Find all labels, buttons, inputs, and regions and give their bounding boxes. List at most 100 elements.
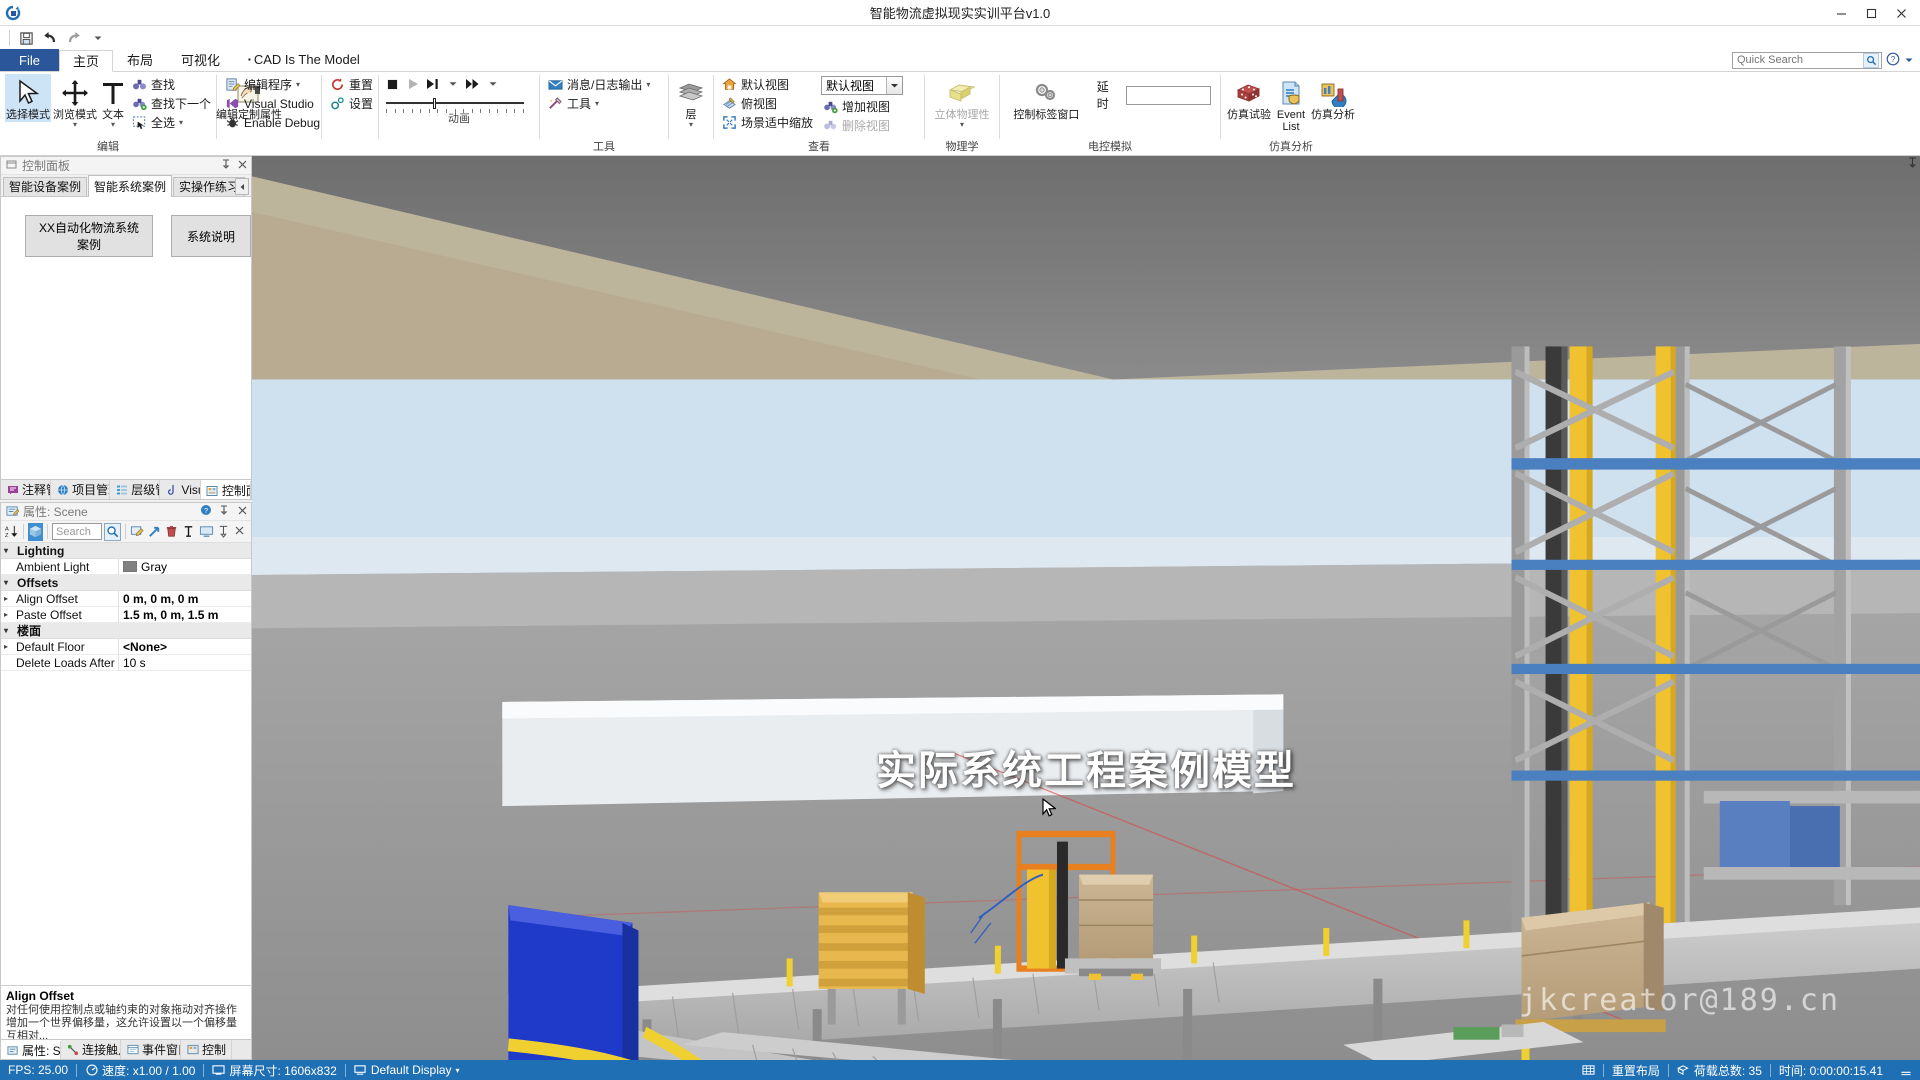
tab-visualization[interactable]: 可视化 (167, 49, 234, 71)
dock-tab-hierarchy[interactable]: 层级管 (110, 480, 161, 499)
chevron-right-icon[interactable]: ▸ (4, 594, 14, 603)
search-input[interactable] (1732, 51, 1882, 69)
screen-icon[interactable] (198, 523, 213, 541)
chevron-down-icon[interactable]: ▾ (595, 100, 599, 108)
status-reset-layout[interactable]: 重置布局 (1604, 1060, 1668, 1080)
edit-program-button[interactable]: 编辑程序 ▾ (222, 75, 324, 94)
close-icon[interactable] (236, 160, 249, 172)
property-value[interactable]: 0 m, 0 m, 0 m (119, 592, 251, 606)
delete-red-icon[interactable] (164, 523, 179, 541)
control-tag-window-button[interactable]: 控制标签窗口 (1005, 74, 1088, 122)
minimize-button[interactable] (1826, 1, 1856, 25)
chevron-down-icon[interactable]: ▾ (456, 1066, 460, 1075)
message-log-output-button[interactable]: 消息/日志输出 ▾ (545, 75, 654, 94)
chevron-down-icon[interactable]: ▾ (4, 546, 14, 555)
chevron-down-icon[interactable]: ▾ (4, 578, 14, 587)
sort-az-icon[interactable]: AZ (4, 523, 19, 541)
chevron-left-icon[interactable] (235, 178, 249, 195)
maximize-button[interactable] (1856, 1, 1886, 25)
view-select[interactable]: 默认视图 (821, 76, 904, 95)
select-all-button[interactable]: 全选 ▾ (129, 113, 215, 132)
dock-tab-control-panel[interactable]: 控制面 (200, 480, 251, 499)
status-screen-size[interactable]: 屏幕尺寸: 1606x832 (204, 1060, 344, 1080)
top-view-button[interactable]: 俯视图 (719, 94, 817, 113)
chevron-down-icon[interactable]: ▾ (296, 81, 300, 89)
chevron-right-icon[interactable]: ▸ (4, 642, 14, 651)
simulation-analysis-button[interactable]: 仿真分析 (1310, 74, 1356, 122)
ribbon-options-icon[interactable] (1904, 53, 1914, 68)
status-expand[interactable] (1891, 1060, 1920, 1080)
move-arrow-icon[interactable] (147, 523, 162, 541)
dock-tab-visu[interactable]: Visu (160, 480, 201, 499)
find-button[interactable]: 查找 (129, 75, 215, 94)
step-caret-icon[interactable] (444, 76, 461, 93)
tab-smart-system-cases[interactable]: 智能系统案例 (88, 175, 173, 197)
select-mode-button[interactable]: 选择模式 (5, 74, 51, 122)
play-button[interactable] (404, 76, 421, 93)
dock-tab-control[interactable]: 控制 (181, 1040, 233, 1059)
step-button[interactable] (424, 76, 441, 93)
solid-physics-button[interactable]: 立体物理性 ▾ (930, 74, 994, 129)
tab-file[interactable]: File (0, 49, 59, 71)
help-icon[interactable]: ? (1886, 52, 1900, 69)
dock-tab-project-manager[interactable]: 项目管理 (51, 480, 111, 499)
property-value[interactable]: <None> (119, 640, 251, 654)
cube-blue-icon[interactable] (28, 522, 44, 541)
close-icon[interactable] (235, 506, 249, 518)
property-group-offsets[interactable]: ▾ Offsets (1, 575, 251, 591)
table-row[interactable]: ▸ Paste Offset 1.5 m, 0 m, 1.5 m (1, 606, 251, 623)
property-value[interactable]: Gray (119, 560, 251, 574)
tools-button[interactable]: 工具 ▾ (545, 94, 654, 113)
edit-yellow-icon[interactable] (130, 523, 145, 541)
chevron-down-icon[interactable] (87, 28, 109, 48)
tab-smart-device-cases[interactable]: 智能设备案例 (3, 177, 88, 196)
chevron-down-icon[interactable]: ▾ (4, 626, 14, 635)
table-row[interactable]: Ambient Light Gray (1, 558, 251, 575)
chevron-down-icon[interactable]: ▾ (73, 121, 77, 129)
fast-forward-caret-icon[interactable] (484, 76, 501, 93)
pin-icon[interactable] (217, 505, 231, 518)
3d-viewport[interactable]: 实际系统工程案例模型 jkcreator@189.cn (252, 156, 1920, 1060)
property-value[interactable]: 1.5 m, 0 m, 1.5 m (119, 608, 251, 622)
zoom-fit-scene-button[interactable]: 场景适中缩放 (719, 113, 817, 132)
table-row[interactable]: ▸ Default Floor <None> (1, 638, 251, 655)
status-grid-toggle[interactable] (1574, 1060, 1603, 1080)
delay-input[interactable] (1126, 85, 1211, 105)
tab-home[interactable]: 主页 (58, 50, 113, 72)
property-group-floor[interactable]: ▾ 楼面 (1, 623, 251, 639)
search-field[interactable] (1737, 54, 1863, 66)
slider-thumb[interactable] (432, 98, 436, 109)
dock-tab-connections[interactable]: 连接触点 (61, 1040, 121, 1059)
undo-icon[interactable] (39, 28, 61, 48)
layers-button[interactable]: 层 ▾ (674, 74, 708, 129)
chevron-down-icon[interactable]: ▾ (646, 81, 650, 89)
browse-mode-button[interactable]: 浏览模式 ▾ (52, 74, 98, 129)
property-value[interactable]: 10 s (119, 656, 251, 670)
event-list-button[interactable]: Event List (1273, 74, 1309, 134)
enable-debug-button[interactable]: Enable Debug (222, 113, 324, 132)
table-row[interactable]: ▸ Align Offset 0 m, 0 m, 0 m (1, 590, 251, 607)
chevron-right-icon[interactable]: ▸ (4, 610, 14, 619)
chevron-down-icon[interactable]: ▾ (960, 121, 964, 129)
settings-button[interactable]: 设置 (327, 94, 377, 113)
text-button[interactable]: 文本 ▾ (99, 74, 127, 129)
properties-search-input[interactable]: Search (52, 523, 102, 540)
save-icon[interactable] (15, 28, 37, 48)
status-speed[interactable]: 速度: x1.00 / 1.00 (77, 1060, 203, 1080)
search-icon[interactable] (1863, 52, 1879, 68)
dock-tab-annotations[interactable]: 注释管 (1, 480, 52, 499)
tab-layout[interactable]: 布局 (113, 49, 167, 71)
table-row[interactable]: Delete Loads After 10 s (1, 654, 251, 671)
delete-view-button[interactable]: 删除视图 (820, 116, 903, 135)
chevron-down-icon[interactable]: ▾ (111, 121, 115, 129)
case-button-system-description[interactable]: 系统说明 (171, 215, 251, 257)
pin-small-icon[interactable] (216, 523, 231, 541)
reset-button[interactable]: 重置 (327, 75, 377, 94)
property-group-lighting[interactable]: ▾ Lighting (1, 543, 251, 559)
add-view-button[interactable]: 增加视图 (820, 97, 903, 116)
close-button[interactable] (1886, 1, 1916, 25)
pin-icon[interactable] (219, 159, 232, 172)
chevron-down-icon[interactable] (886, 77, 903, 94)
default-view-button[interactable]: 默认视图 (719, 75, 817, 94)
animation-time-slider[interactable] (380, 94, 530, 113)
